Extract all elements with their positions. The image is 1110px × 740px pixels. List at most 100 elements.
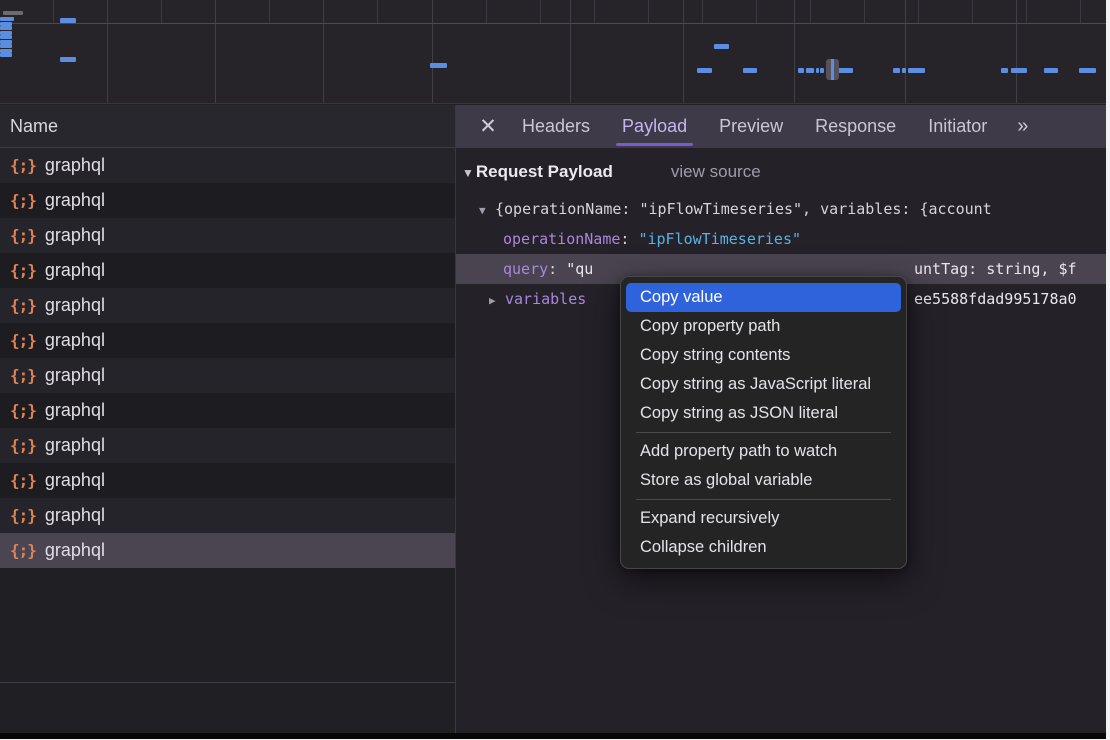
menu-separator (636, 499, 891, 500)
request-name: graphql (45, 505, 105, 526)
menu-item-copy-string-as-javascript-literal[interactable]: Copy string as JavaScript literal (626, 370, 901, 399)
request-name: graphql (45, 155, 105, 176)
tab-payload[interactable]: Payload (608, 105, 701, 148)
request-name: graphql (45, 365, 105, 386)
request-timing-bar[interactable] (798, 68, 804, 73)
close-icon[interactable]: ✕ (470, 105, 506, 148)
json-braces-icon: {;} (10, 261, 36, 280)
request-row[interactable]: {;} graphql (0, 218, 455, 253)
property-key: variables (505, 290, 586, 308)
request-row[interactable]: {;} graphql (0, 253, 455, 288)
property-key: query (503, 260, 548, 278)
request-row[interactable]: {;}graphql (0, 498, 455, 533)
request-timing-bar[interactable] (60, 18, 76, 23)
json-braces-icon: {;} (10, 191, 36, 210)
request-row[interactable]: {;}graphql (0, 393, 455, 428)
request-timing-bar[interactable] (1044, 68, 1058, 73)
detail-tabs: HeadersPayloadPreviewResponseInitiator (506, 105, 1003, 148)
property-value-suffix: ee5588fdad995178a0 (914, 284, 1077, 314)
request-row[interactable]: {;}graphql (0, 323, 455, 358)
detail-tabbar: ✕ HeadersPayloadPreviewResponseInitiator… (456, 105, 1106, 148)
network-overview[interactable] (0, 0, 1106, 104)
request-name: graphql (45, 540, 105, 561)
request-timing-bar[interactable] (0, 26, 12, 30)
request-timing-bar[interactable] (60, 57, 76, 62)
tab-preview[interactable]: Preview (705, 105, 797, 148)
tree-node-property[interactable]: operationName: "ipFlowTimeseries" (456, 224, 1106, 254)
ruler-tick (269, 0, 270, 23)
request-timing-bar[interactable] (1001, 68, 1008, 73)
overview-gridline (1016, 0, 1017, 104)
request-name: graphql (45, 260, 105, 281)
json-braces-icon: {;} (10, 296, 36, 315)
request-name: graphql (45, 225, 105, 246)
request-row[interactable]: {;} graphql (0, 288, 455, 323)
name-column-header[interactable]: Name (0, 105, 455, 148)
property-value-string: "ipFlowTimeseries" (638, 230, 801, 248)
request-timing-bar[interactable] (838, 68, 853, 73)
overview-gridline (905, 0, 906, 104)
request-name: graphql (45, 190, 105, 211)
request-timing-bar[interactable] (0, 53, 12, 57)
overview-gridline (432, 0, 433, 104)
request-timing-bar[interactable] (820, 68, 824, 73)
json-braces-icon: {;} (10, 226, 36, 245)
ruler-tick (810, 0, 811, 23)
menu-item-copy-property-path[interactable]: Copy property path (626, 312, 901, 341)
menu-item-collapse-children[interactable]: Collapse children (626, 533, 901, 562)
key-separator: : (548, 260, 566, 278)
section-collapse-icon[interactable]: ▼ (462, 166, 474, 180)
request-row[interactable]: {;}graphql (0, 148, 455, 183)
request-name: graphql (45, 400, 105, 421)
request-row[interactable]: {;}graphql (0, 463, 455, 498)
ruler-baseline (0, 23, 1106, 24)
network-panels: Name {;}graphql{;}graphql{;}graphql{;}gr… (0, 105, 1106, 733)
key-separator: : (620, 230, 638, 248)
request-payload-section[interactable]: ▼ Request Payload view source (462, 162, 761, 182)
request-timing-bar[interactable] (806, 68, 814, 73)
request-timing-bar[interactable] (0, 17, 14, 21)
request-timing-bar[interactable] (697, 68, 712, 73)
ruler-tick (53, 0, 54, 23)
tab-initiator[interactable]: Initiator (914, 105, 1001, 148)
request-timing-bar[interactable] (1079, 68, 1096, 73)
request-row[interactable]: {;}graphql (0, 358, 455, 393)
request-timing-bar[interactable] (0, 35, 12, 39)
request-row[interactable]: {;} graphql (0, 428, 455, 463)
tab-headers[interactable]: Headers (508, 105, 604, 148)
menu-item-copy-string-contents[interactable]: Copy string contents (626, 341, 901, 370)
window-bottom-edge (0, 733, 1106, 739)
request-timing-bar[interactable] (0, 44, 12, 48)
request-timing-bar[interactable] (1011, 68, 1027, 73)
request-timing-bar[interactable] (743, 68, 757, 73)
property-key: operationName (503, 230, 620, 248)
request-timing-bar[interactable] (902, 68, 906, 73)
more-tabs-icon[interactable]: » (1005, 105, 1038, 148)
menu-item-expand-recursively[interactable]: Expand recursively (626, 504, 901, 533)
request-row[interactable]: {;}graphql (0, 533, 455, 568)
menu-item-add-property-path-to-watch[interactable]: Add property path to watch (626, 437, 901, 466)
view-source-link[interactable]: view source (671, 162, 761, 182)
request-timing-bar[interactable] (816, 68, 819, 73)
request-timing-bar[interactable] (3, 11, 23, 15)
request-row[interactable]: {;} graphql (0, 183, 455, 218)
request-name: graphql (45, 295, 105, 316)
json-braces-icon: {;} (10, 436, 36, 455)
request-timing-bar[interactable] (893, 68, 900, 73)
tab-response[interactable]: Response (801, 105, 910, 148)
json-braces-icon: {;} (10, 471, 36, 490)
menu-item-store-as-global-variable[interactable]: Store as global variable (626, 466, 901, 495)
menu-item-copy-value[interactable]: Copy value (626, 283, 901, 312)
ruler-tick (540, 0, 541, 23)
request-name: graphql (45, 435, 105, 456)
tree-node-root[interactable]: ▼{operationName: "ipFlowTimeseries", var… (456, 194, 1106, 224)
request-timing-bar[interactable] (714, 44, 729, 49)
request-timing-bar[interactable] (430, 63, 447, 68)
selected-request-marker[interactable] (826, 59, 839, 80)
context-menu: Copy valueCopy property pathCopy string … (620, 276, 907, 569)
request-timing-bar[interactable] (908, 68, 925, 73)
overview-gridline (570, 0, 571, 104)
object-preview-text: {operationName: "ipFlowTimeseries", vari… (495, 200, 992, 218)
menu-item-copy-string-as-json-literal[interactable]: Copy string as JSON literal (626, 399, 901, 428)
request-rows: {;} graphql {;} graphql {;} graphql {;} graphql… (0, 148, 455, 568)
